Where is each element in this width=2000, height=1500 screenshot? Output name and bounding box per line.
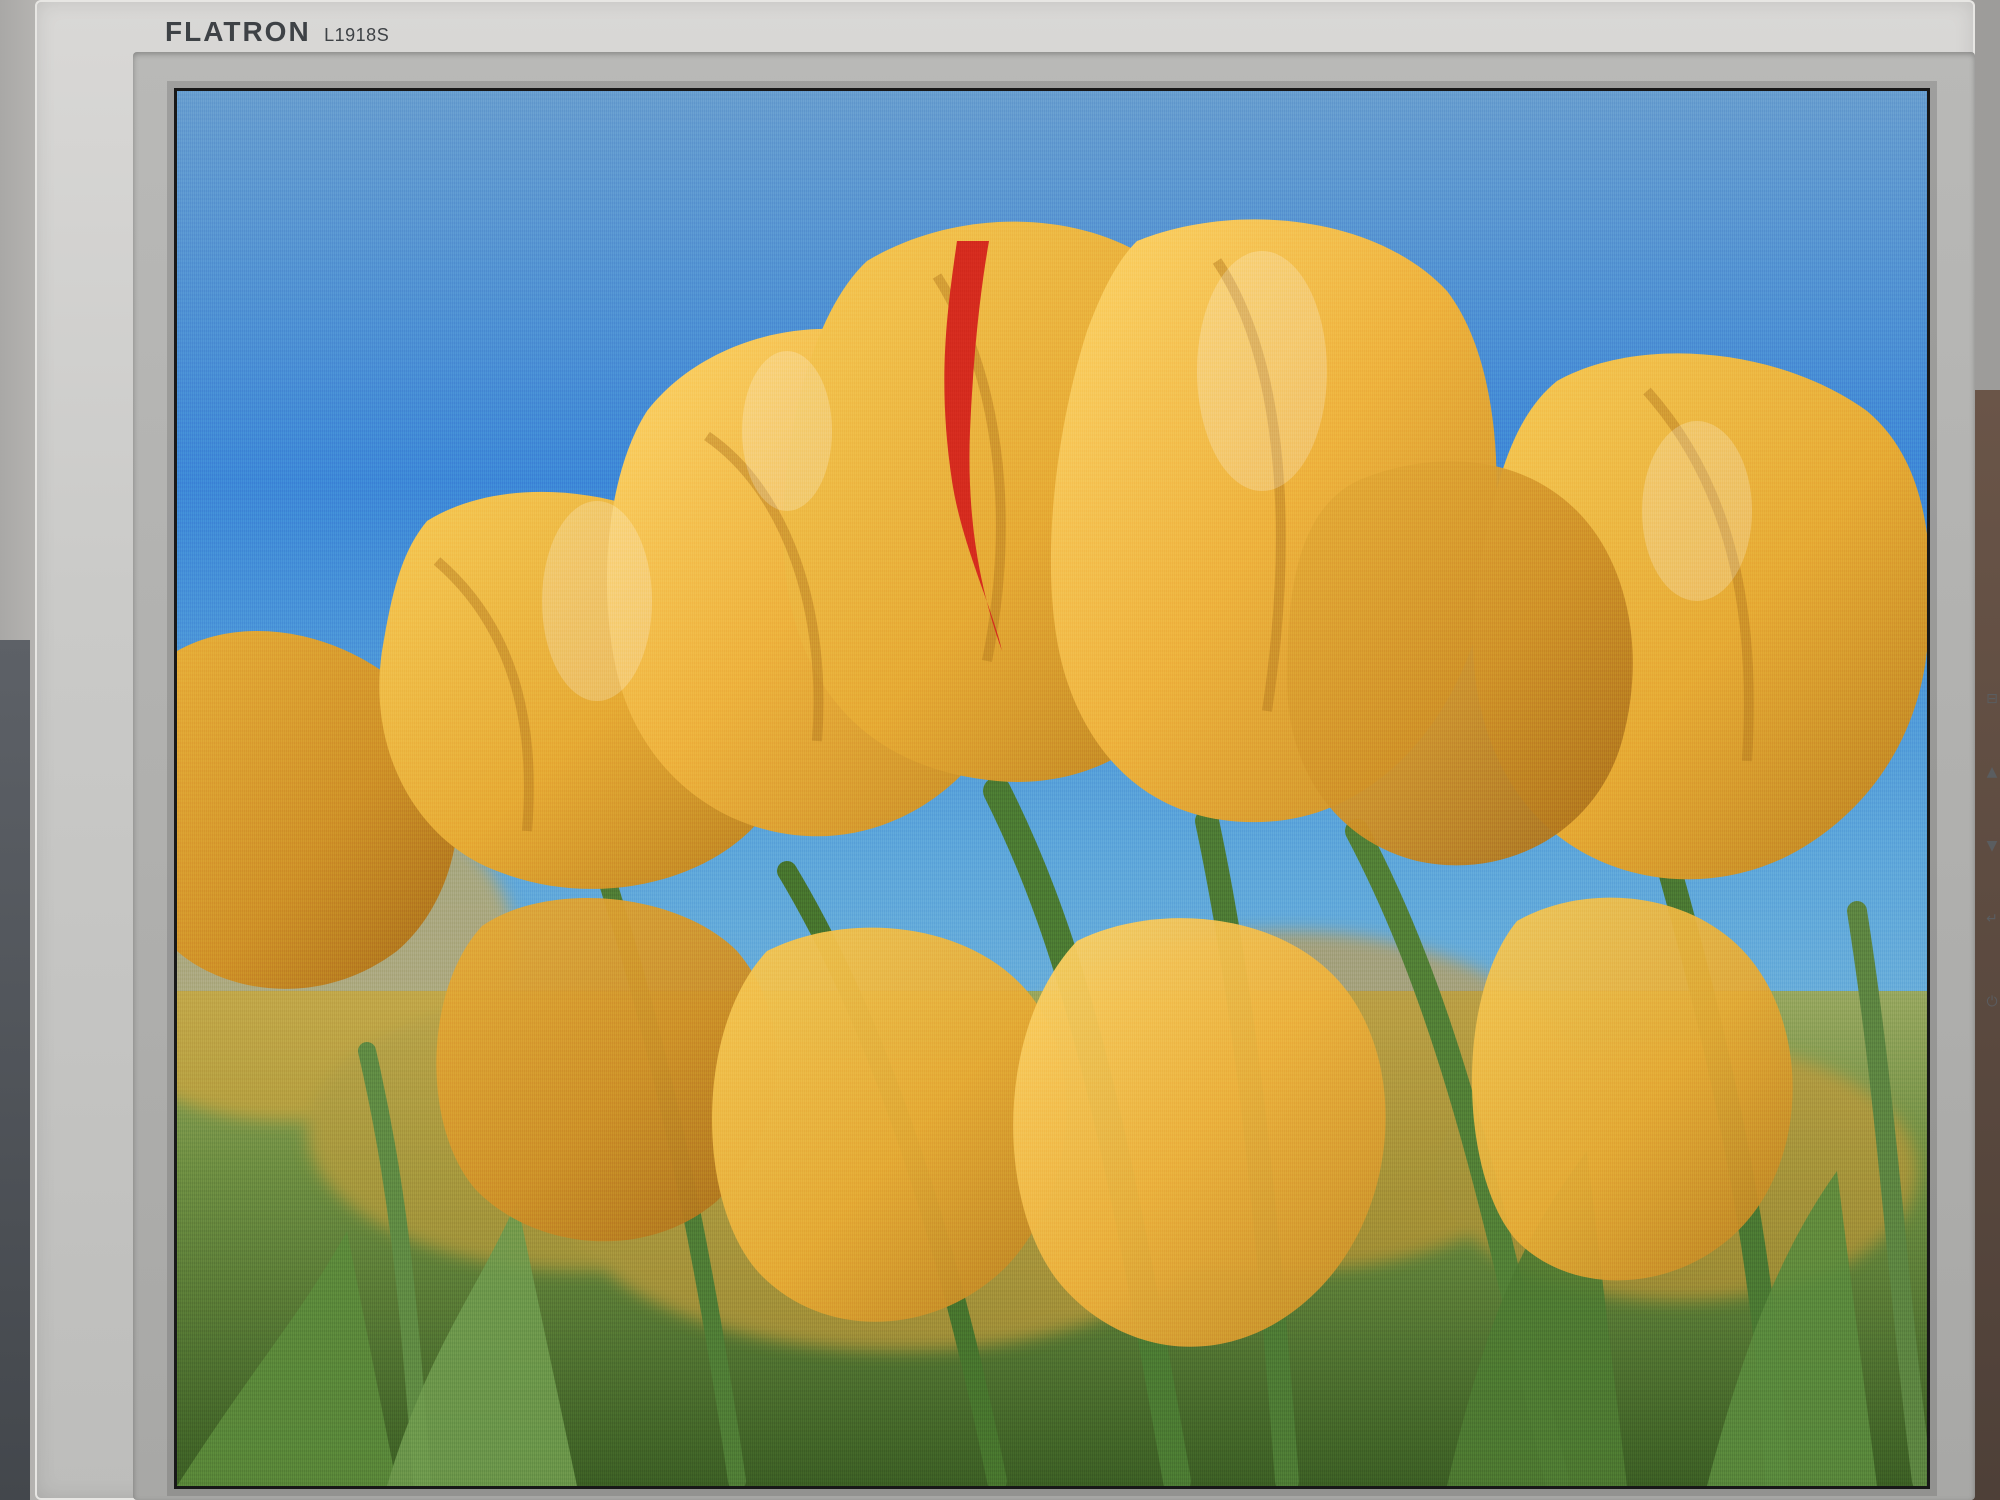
tulip-photo (177, 91, 1927, 1486)
enter-icon[interactable]: ↵ (1983, 910, 2000, 928)
down-arrow-icon[interactable]: ▼ (1983, 837, 2000, 855)
monitor-controls: ⊟ ▲ ▼ ↵ ⏻ (1983, 690, 2000, 1020)
menu-icon[interactable]: ⊟ (1983, 690, 2000, 708)
monitor-bezel: FLATRON L1918S ⊟ ▲ ▼ ↵ ⏻ (35, 0, 1998, 1500)
monitor-brand: FLATRON L1918S (165, 16, 389, 48)
left-background-object (0, 640, 30, 1500)
photo-scene: FLATRON L1918S ⊟ ▲ ▼ ↵ ⏻ (0, 0, 2000, 1500)
brand-name: FLATRON (165, 16, 311, 47)
power-icon[interactable]: ⏻ (1983, 993, 2000, 1011)
model-name: L1918S (324, 25, 390, 45)
up-arrow-icon[interactable]: ▲ (1983, 763, 2000, 781)
monitor-screen (177, 91, 1927, 1486)
